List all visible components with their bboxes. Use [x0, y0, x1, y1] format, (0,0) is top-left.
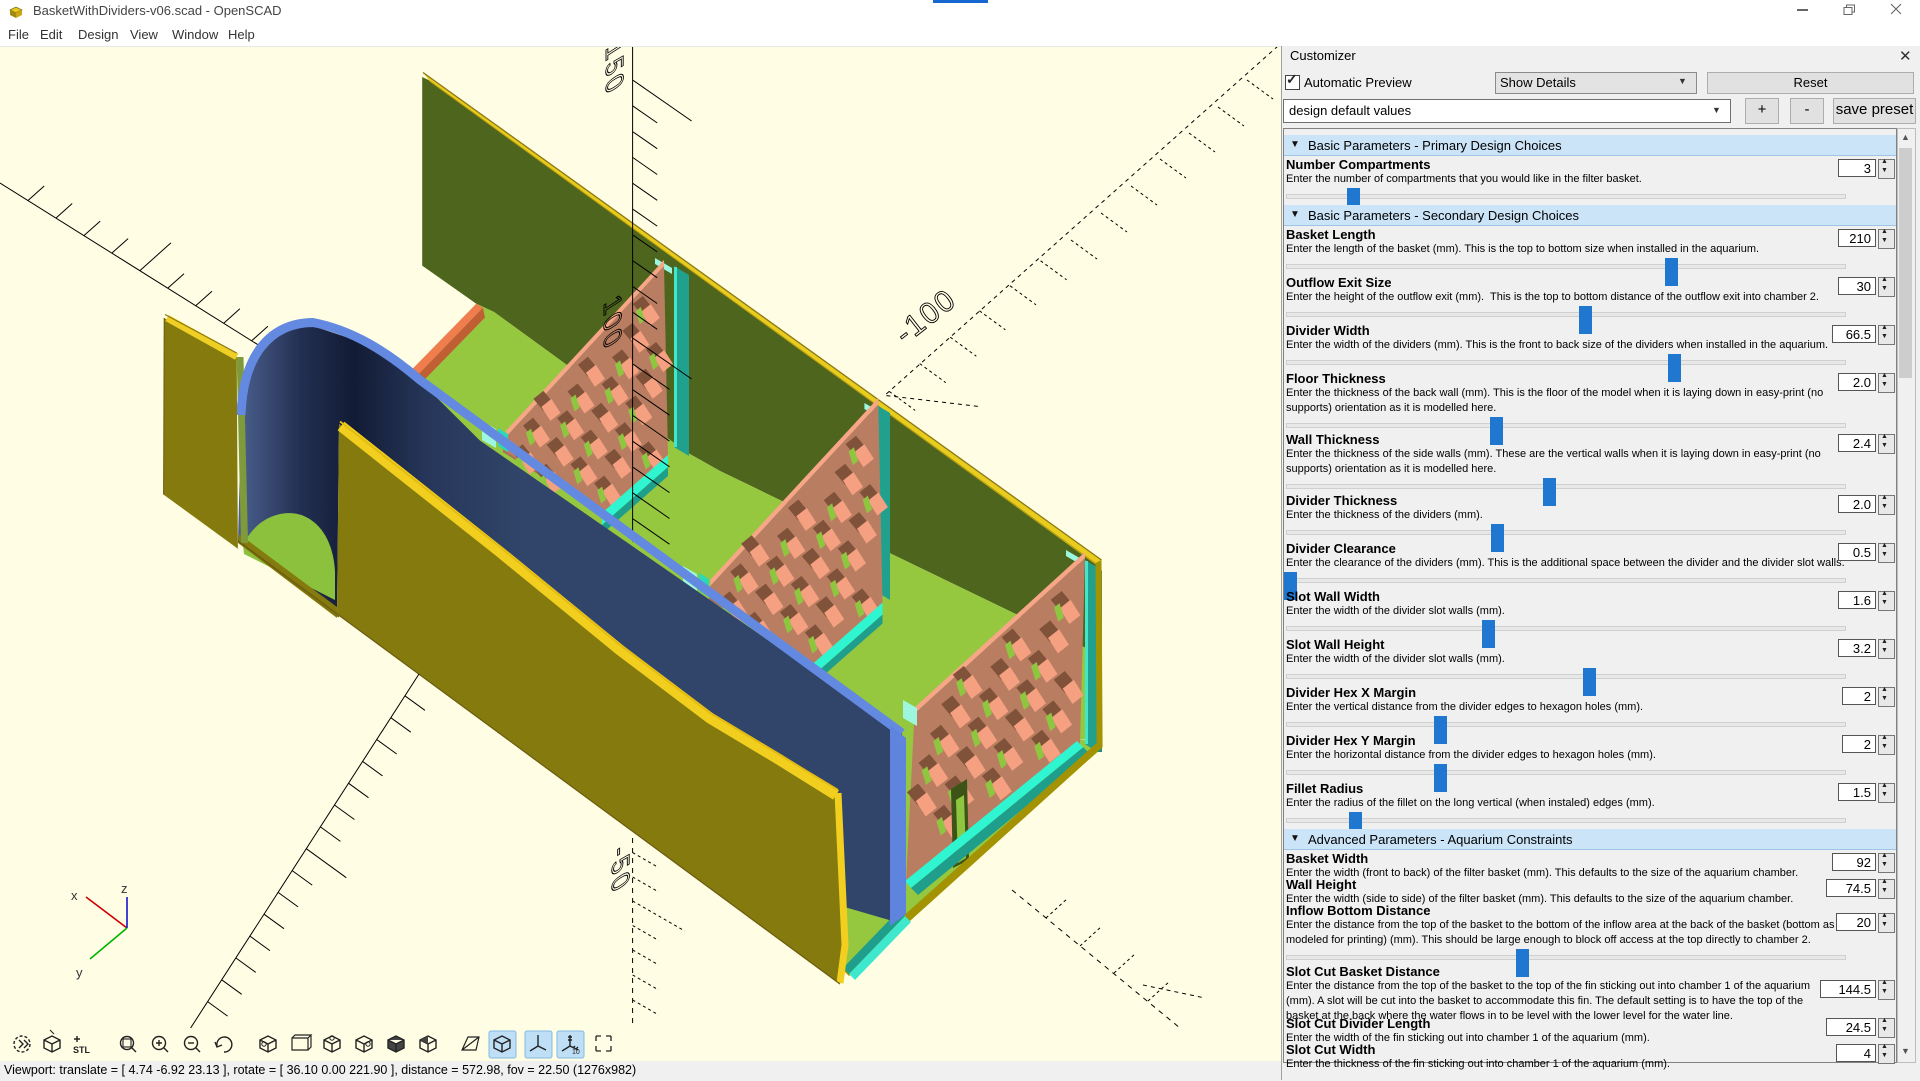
- svg-text:10: 10: [572, 1049, 580, 1056]
- svg-text:150: 150: [601, 46, 629, 102]
- svg-text:y: y: [76, 965, 83, 980]
- svg-text:-50: -50: [607, 837, 635, 900]
- svg-text:x: x: [71, 888, 78, 903]
- svg-text:z: z: [121, 881, 128, 896]
- svg-text:STL: STL: [73, 1045, 91, 1055]
- svg-text:-100: -100: [889, 283, 963, 351]
